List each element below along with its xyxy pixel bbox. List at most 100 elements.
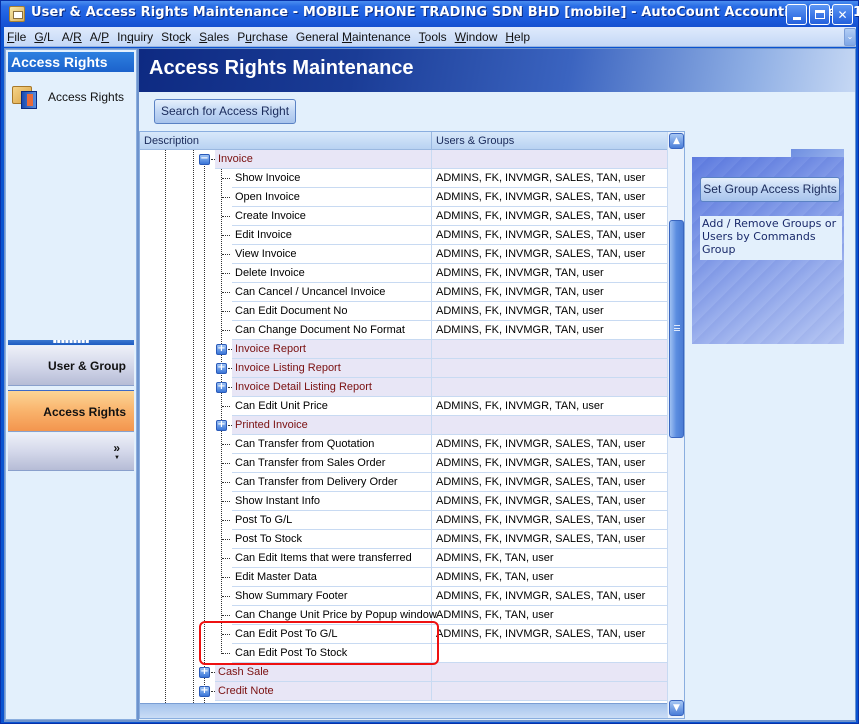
row-users-groups[interactable]: ADMINS, FK, INVMGR, SALES, TAN, user: [432, 207, 667, 226]
row-users-groups[interactable]: ADMINS, FK, INVMGR, SALES, TAN, user: [432, 169, 667, 188]
table-row[interactable]: Edit Invoice ADMINS, FK, INVMGR, SALES, T…: [140, 226, 667, 245]
menu-help[interactable]: Help: [501, 30, 534, 44]
menu-file[interactable]: File: [4, 30, 30, 44]
table-row[interactable]: Can Change Document No Format ADMINS, FK,…: [140, 321, 667, 340]
tree-group-row[interactable]: + Invoice Report: [140, 340, 667, 359]
row-users-groups[interactable]: ADMINS, FK, INVMGR, SALES, TAN, user: [432, 226, 667, 245]
row-users-groups[interactable]: ADMINS, FK, INVMGR, TAN, user: [432, 397, 667, 416]
row-users-groups[interactable]: [432, 663, 667, 682]
expand-icon[interactable]: +: [216, 344, 227, 355]
column-header-users-groups[interactable]: Users & Groups: [432, 132, 667, 150]
table-row[interactable]: Delete Invoice ADMINS, FK, INVMGR, TAN, u…: [140, 264, 667, 283]
row-users-groups[interactable]: ADMINS, FK, INVMGR, SALES, TAN, user: [432, 435, 667, 454]
scroll-thumb[interactable]: [669, 220, 684, 438]
row-users-groups[interactable]: ADMINS, FK, INVMGR, TAN, user: [432, 302, 667, 321]
expand-icon[interactable]: +: [216, 382, 227, 393]
row-description: View Invoice: [232, 245, 432, 264]
menu-g-l[interactable]: G/L: [30, 30, 57, 44]
menu-tools[interactable]: Tools: [415, 30, 451, 44]
row-users-groups[interactable]: ADMINS, FK, INVMGR, SALES, TAN, user: [432, 587, 667, 606]
tree-group-row[interactable]: − Invoice: [140, 150, 667, 169]
table-row[interactable]: View Invoice ADMINS, FK, INVMGR, SALES, T…: [140, 245, 667, 264]
expand-icon[interactable]: +: [199, 667, 210, 678]
tree-group-row[interactable]: + Credit Note: [140, 682, 667, 701]
row-users-groups[interactable]: [432, 644, 667, 663]
table-row[interactable]: Show Invoice ADMINS, FK, INVMGR, SALES, T…: [140, 169, 667, 188]
table-row[interactable]: Can Change Unit Price by Popup window ADM…: [140, 606, 667, 625]
nav-button-user-group[interactable]: User & Group: [8, 346, 134, 386]
tree-group-row[interactable]: + Invoice Listing Report: [140, 359, 667, 378]
table-row[interactable]: Can Cancel / Uncancel Invoice ADMINS, FK,…: [140, 283, 667, 302]
row-users-groups[interactable]: ADMINS, FK, TAN, user: [432, 568, 667, 587]
row-users-groups[interactable]: ADMINS, FK, INVMGR, SALES, TAN, user: [432, 245, 667, 264]
row-users-groups[interactable]: [432, 416, 667, 435]
table-row[interactable]: Show Instant Info ADMINS, FK, INVMGR, SAL…: [140, 492, 667, 511]
tree-group-row[interactable]: + Invoice Detail Listing Report: [140, 378, 667, 397]
tree-connector: [222, 216, 230, 217]
maximize-button[interactable]: [809, 4, 830, 25]
minimize-button[interactable]: [786, 4, 807, 25]
row-users-groups[interactable]: [432, 378, 667, 397]
row-users-groups[interactable]: ADMINS, FK, TAN, user: [432, 606, 667, 625]
column-header-description[interactable]: Description: [140, 132, 432, 150]
table-row[interactable]: Show Summary Footer ADMINS, FK, INVMGR, S…: [140, 587, 667, 606]
table-row[interactable]: Post To Stock ADMINS, FK, INVMGR, SALES, …: [140, 530, 667, 549]
tree-group-row[interactable]: + Cash Sale: [140, 663, 667, 682]
scroll-down-button[interactable]: ▼: [669, 700, 684, 716]
menu-sales[interactable]: Sales: [195, 30, 233, 44]
set-group-access-rights-button[interactable]: Set Group Access Rights: [700, 177, 840, 202]
row-description: Post To Stock: [232, 530, 432, 549]
table-row[interactable]: Can Edit Post To G/L ADMINS, FK, INVMGR, …: [140, 625, 667, 644]
nav-link-access-rights[interactable]: Access Rights: [12, 84, 124, 110]
table-row[interactable]: Post To G/L ADMINS, FK, INVMGR, SALES, TA…: [140, 511, 667, 530]
row-users-groups[interactable]: ADMINS, FK, TAN, user: [432, 549, 667, 568]
row-users-groups[interactable]: ADMINS, FK, INVMGR, SALES, TAN, user: [432, 473, 667, 492]
nav-button-more[interactable]: » ▼: [8, 433, 134, 471]
table-row[interactable]: Can Edit Unit Price ADMINS, FK, INVMGR, T…: [140, 397, 667, 416]
row-users-groups[interactable]: [432, 682, 667, 701]
table-row[interactable]: Create Invoice ADMINS, FK, INVMGR, SALES,…: [140, 207, 667, 226]
table-row[interactable]: Can Transfer from Quotation ADMINS, FK, I…: [140, 435, 667, 454]
row-users-groups[interactable]: ADMINS, FK, INVMGR, SALES, TAN, user: [432, 625, 667, 644]
double-chevron-icon: »: [113, 441, 120, 455]
menu-window[interactable]: Window: [451, 30, 502, 44]
close-button[interactable]: ✕: [832, 4, 853, 25]
title-bar[interactable]: User & Access Rights Maintenance - MOBIL…: [1, 1, 859, 27]
menu-purchase[interactable]: Purchase: [233, 30, 292, 44]
row-users-groups[interactable]: ADMINS, FK, INVMGR, TAN, user: [432, 264, 667, 283]
menu-a-r[interactable]: A/R: [58, 30, 86, 44]
menu-general-maintenance[interactable]: General Maintenance: [292, 30, 415, 44]
tree-group-row[interactable]: + Printed Invoice: [140, 416, 667, 435]
row-users-groups[interactable]: [432, 340, 667, 359]
row-users-groups[interactable]: [432, 150, 667, 169]
expand-icon[interactable]: +: [216, 420, 227, 431]
nav-button-access-rights[interactable]: Access Rights: [8, 390, 134, 432]
row-users-groups[interactable]: ADMINS, FK, INVMGR, TAN, user: [432, 321, 667, 340]
row-users-groups[interactable]: ADMINS, FK, INVMGR, SALES, TAN, user: [432, 530, 667, 549]
row-users-groups[interactable]: ADMINS, FK, INVMGR, SALES, TAN, user: [432, 511, 667, 530]
table-row[interactable]: Can Transfer from Sales Order ADMINS, FK,…: [140, 454, 667, 473]
row-users-groups[interactable]: ADMINS, FK, INVMGR, SALES, TAN, user: [432, 492, 667, 511]
row-users-groups[interactable]: ADMINS, FK, INVMGR, TAN, user: [432, 283, 667, 302]
scroll-up-button[interactable]: ▲: [669, 133, 684, 149]
table-row[interactable]: Edit Master Data ADMINS, FK, TAN, user: [140, 568, 667, 587]
menu-inquiry[interactable]: Inquiry: [113, 30, 157, 44]
menu-overflow-chevron-icon[interactable]: ⌄: [844, 28, 856, 46]
expand-icon[interactable]: +: [216, 363, 227, 374]
collapse-icon[interactable]: −: [199, 154, 210, 165]
nav-splitter-handle[interactable]: ▪▪▪▪▪▪▪▪▪: [8, 339, 134, 345]
table-row[interactable]: Can Edit Items that were transferred ADMI…: [140, 549, 667, 568]
row-users-groups[interactable]: [432, 359, 667, 378]
search-access-right-button[interactable]: Search for Access Right: [154, 99, 296, 124]
table-row[interactable]: Can Edit Document No ADMINS, FK, INVMGR, …: [140, 302, 667, 321]
menu-a-p[interactable]: A/P: [86, 30, 113, 44]
table-row[interactable]: Can Edit Post To Stock: [140, 644, 667, 663]
table-row[interactable]: Open Invoice ADMINS, FK, INVMGR, SALES, T…: [140, 188, 667, 207]
vertical-scrollbar[interactable]: ▲ ▼: [667, 132, 684, 718]
table-row[interactable]: Can Transfer from Delivery Order ADMINS, …: [140, 473, 667, 492]
chevron-up-icon: ▲: [673, 136, 680, 146]
row-users-groups[interactable]: ADMINS, FK, INVMGR, SALES, TAN, user: [432, 188, 667, 207]
row-users-groups[interactable]: ADMINS, FK, INVMGR, SALES, TAN, user: [432, 454, 667, 473]
expand-icon[interactable]: +: [199, 686, 210, 697]
menu-stock[interactable]: Stock: [157, 30, 195, 44]
